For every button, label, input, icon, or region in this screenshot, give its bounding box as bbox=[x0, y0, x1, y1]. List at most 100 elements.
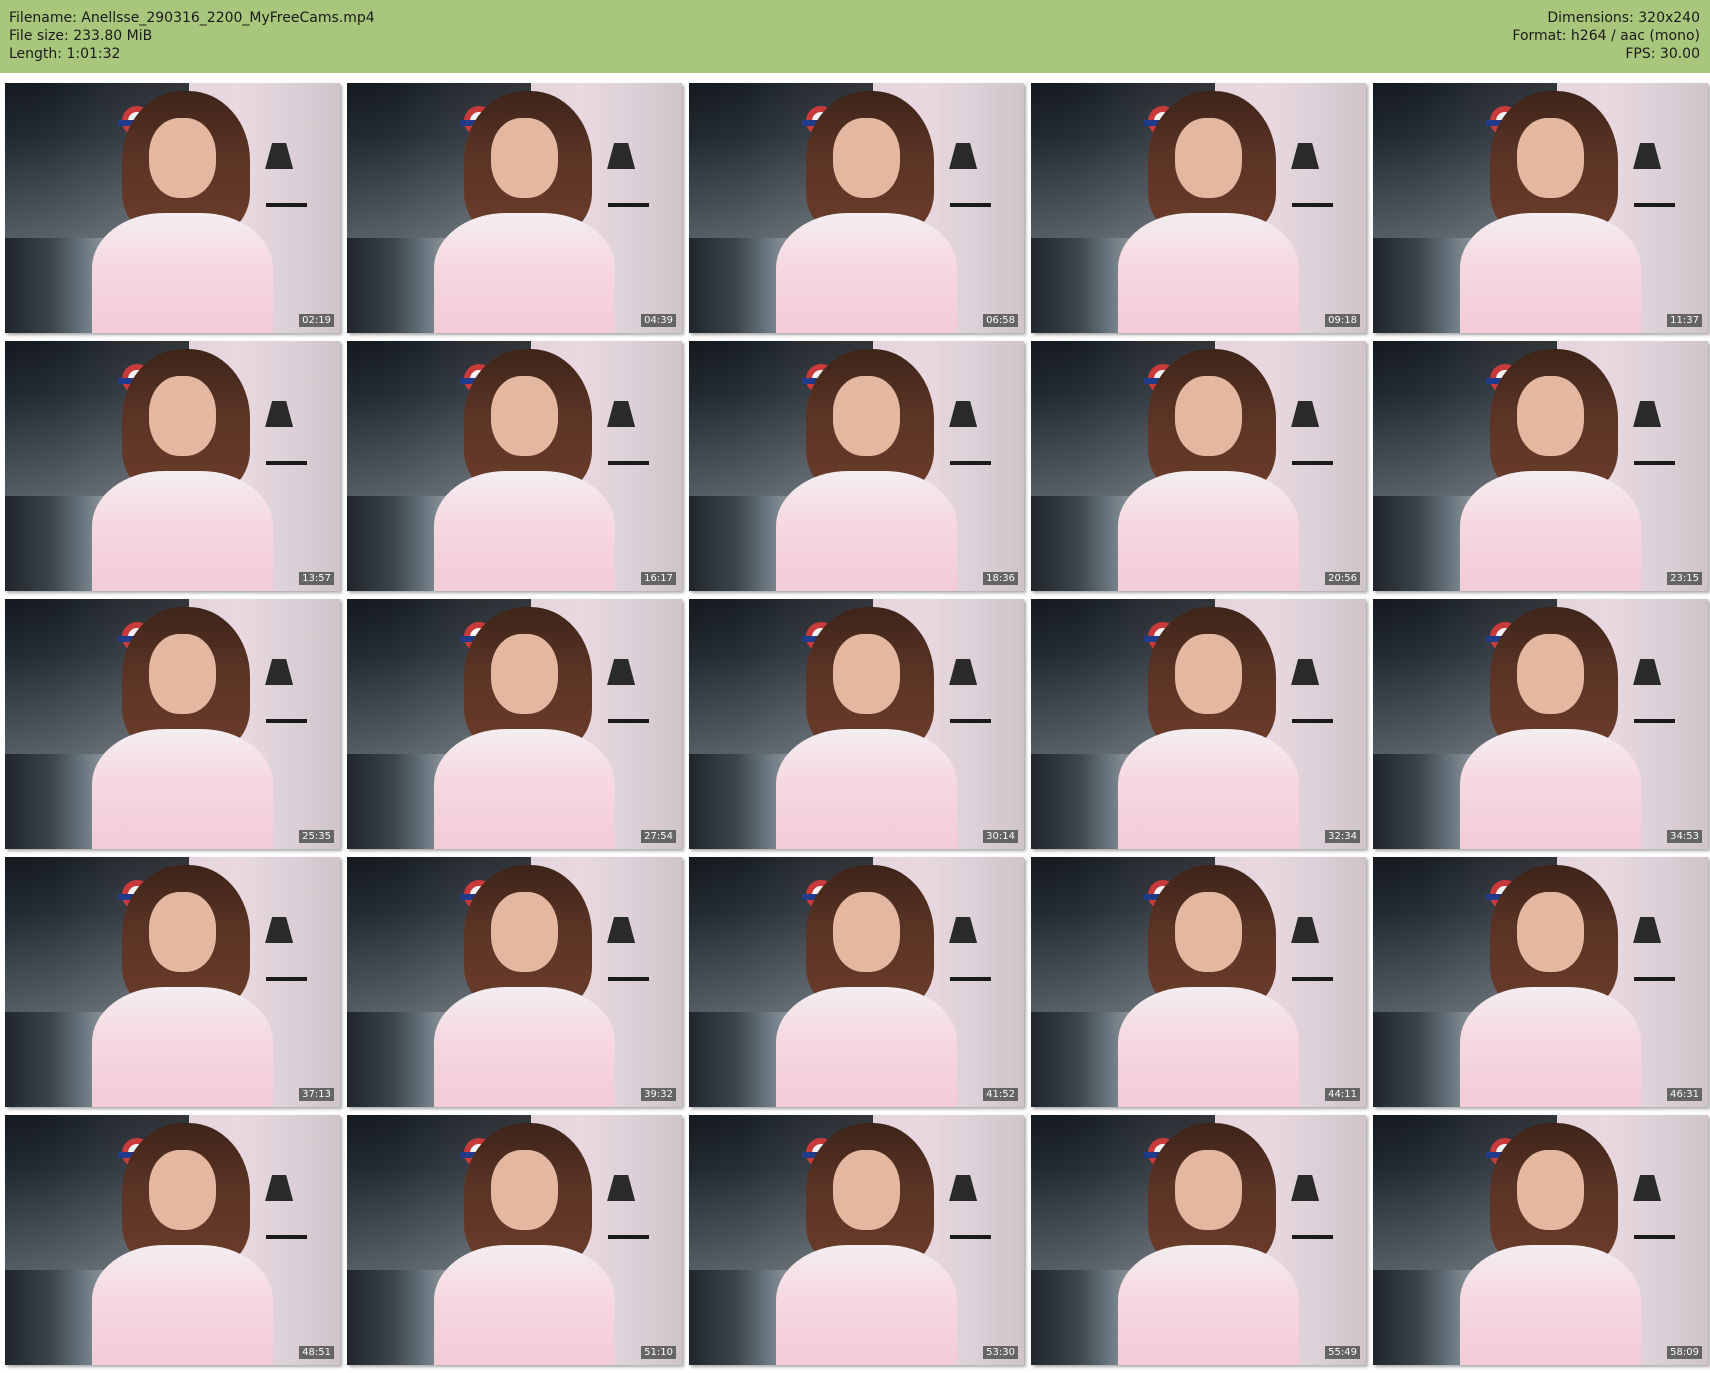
person-face bbox=[1517, 892, 1585, 972]
wall-shelf bbox=[1292, 461, 1333, 465]
video-thumbnail: 39:32 bbox=[347, 857, 682, 1107]
video-thumbnail: 09:18 bbox=[1031, 83, 1366, 333]
wall-shelf bbox=[608, 719, 649, 723]
thumbnail-timestamp: 27:54 bbox=[641, 830, 676, 843]
lamp bbox=[949, 401, 978, 427]
thumbnail-timestamp: 09:18 bbox=[1325, 314, 1360, 327]
thumbnail-grid: 02:19 04:39 06:58 09:18 11:37 13:57 16:17 18:36… bbox=[5, 83, 1708, 1368]
wall-shelf bbox=[608, 977, 649, 981]
person-body bbox=[1118, 471, 1299, 591]
lamp bbox=[1633, 143, 1662, 169]
thumbnail-timestamp: 46:31 bbox=[1667, 1088, 1702, 1101]
thumbnail-timestamp: 11:37 bbox=[1667, 314, 1702, 327]
lamp bbox=[1633, 1175, 1662, 1201]
thumbnail-timestamp: 55:49 bbox=[1325, 1346, 1360, 1359]
wall-shelf bbox=[950, 977, 991, 981]
person-face bbox=[833, 1150, 901, 1230]
person-body bbox=[776, 471, 957, 591]
file-info: Filename: Anellsse_290316_2200_MyFreeCam… bbox=[9, 9, 375, 63]
person-face bbox=[833, 376, 901, 456]
person-body bbox=[92, 729, 273, 849]
person-body bbox=[434, 987, 615, 1107]
lamp bbox=[1633, 401, 1662, 427]
thumbnail-timestamp: 23:15 bbox=[1667, 572, 1702, 585]
thumbnail-timestamp: 04:39 bbox=[641, 314, 676, 327]
person-body bbox=[776, 213, 957, 333]
person-face bbox=[149, 634, 217, 714]
person-body bbox=[1460, 1245, 1641, 1365]
wall-shelf bbox=[266, 1235, 307, 1239]
video-thumbnail: 55:49 bbox=[1031, 1115, 1366, 1365]
thumbnail-timestamp: 41:52 bbox=[983, 1088, 1018, 1101]
person-face bbox=[491, 1150, 559, 1230]
person-face bbox=[1517, 376, 1585, 456]
wall-shelf bbox=[1292, 203, 1333, 207]
wall-shelf bbox=[1634, 719, 1675, 723]
lamp bbox=[265, 917, 294, 943]
lamp bbox=[607, 659, 636, 685]
lamp bbox=[607, 1175, 636, 1201]
video-thumbnail: 04:39 bbox=[347, 83, 682, 333]
lamp bbox=[949, 1175, 978, 1201]
wall-shelf bbox=[1634, 977, 1675, 981]
video-thumbnail: 53:30 bbox=[689, 1115, 1024, 1365]
thumbnail-timestamp: 30:14 bbox=[983, 830, 1018, 843]
video-thumbnail: 46:31 bbox=[1373, 857, 1708, 1107]
lamp bbox=[265, 401, 294, 427]
length-text: Length: 1:01:32 bbox=[9, 46, 121, 62]
person-body bbox=[1460, 729, 1641, 849]
wall-shelf bbox=[1634, 203, 1675, 207]
lamp bbox=[1633, 659, 1662, 685]
person-face bbox=[149, 892, 217, 972]
person-face bbox=[491, 634, 559, 714]
video-thumbnail: 11:37 bbox=[1373, 83, 1708, 333]
video-thumbnail: 16:17 bbox=[347, 341, 682, 591]
video-thumbnail: 41:52 bbox=[689, 857, 1024, 1107]
person-face bbox=[833, 634, 901, 714]
video-thumbnail: 25:35 bbox=[5, 599, 340, 849]
thumbnail-timestamp: 34:53 bbox=[1667, 830, 1702, 843]
lamp bbox=[1291, 659, 1320, 685]
thumbnail-timestamp: 37:13 bbox=[299, 1088, 334, 1101]
wall-shelf bbox=[266, 203, 307, 207]
lamp bbox=[265, 1175, 294, 1201]
video-thumbnail: 20:56 bbox=[1031, 341, 1366, 591]
wall-shelf bbox=[950, 719, 991, 723]
video-thumbnail: 18:36 bbox=[689, 341, 1024, 591]
thumbnail-timestamp: 20:56 bbox=[1325, 572, 1360, 585]
thumbnail-timestamp: 48:51 bbox=[299, 1346, 334, 1359]
person-face bbox=[149, 1150, 217, 1230]
lamp bbox=[607, 143, 636, 169]
person-face bbox=[1517, 1150, 1585, 1230]
wall-shelf bbox=[608, 461, 649, 465]
person-body bbox=[1460, 471, 1641, 591]
thumbnail-timestamp: 16:17 bbox=[641, 572, 676, 585]
wall-shelf bbox=[266, 461, 307, 465]
person-body bbox=[776, 987, 957, 1107]
lamp bbox=[949, 143, 978, 169]
person-body bbox=[434, 729, 615, 849]
person-body bbox=[1460, 213, 1641, 333]
video-thumbnail: 34:53 bbox=[1373, 599, 1708, 849]
video-thumbnail: 13:57 bbox=[5, 341, 340, 591]
person-face bbox=[1175, 118, 1243, 198]
person-face bbox=[833, 118, 901, 198]
thumbnail-timestamp: 44:11 bbox=[1325, 1088, 1360, 1101]
thumbnail-timestamp: 53:30 bbox=[983, 1346, 1018, 1359]
wall-shelf bbox=[1634, 461, 1675, 465]
lamp bbox=[1291, 143, 1320, 169]
person-body bbox=[92, 1245, 273, 1365]
info-header: Filename: Anellsse_290316_2200_MyFreeCam… bbox=[0, 0, 1710, 73]
video-thumbnail: 44:11 bbox=[1031, 857, 1366, 1107]
video-thumbnail: 06:58 bbox=[689, 83, 1024, 333]
lamp bbox=[265, 659, 294, 685]
lamp bbox=[949, 917, 978, 943]
person-body bbox=[92, 987, 273, 1107]
thumbnail-timestamp: 13:57 bbox=[299, 572, 334, 585]
video-thumbnail: 37:13 bbox=[5, 857, 340, 1107]
person-body bbox=[434, 471, 615, 591]
lamp bbox=[1291, 917, 1320, 943]
person-face bbox=[491, 892, 559, 972]
video-thumbnail: 02:19 bbox=[5, 83, 340, 333]
dimensions-text: Dimensions: 320x240 bbox=[1547, 10, 1700, 26]
